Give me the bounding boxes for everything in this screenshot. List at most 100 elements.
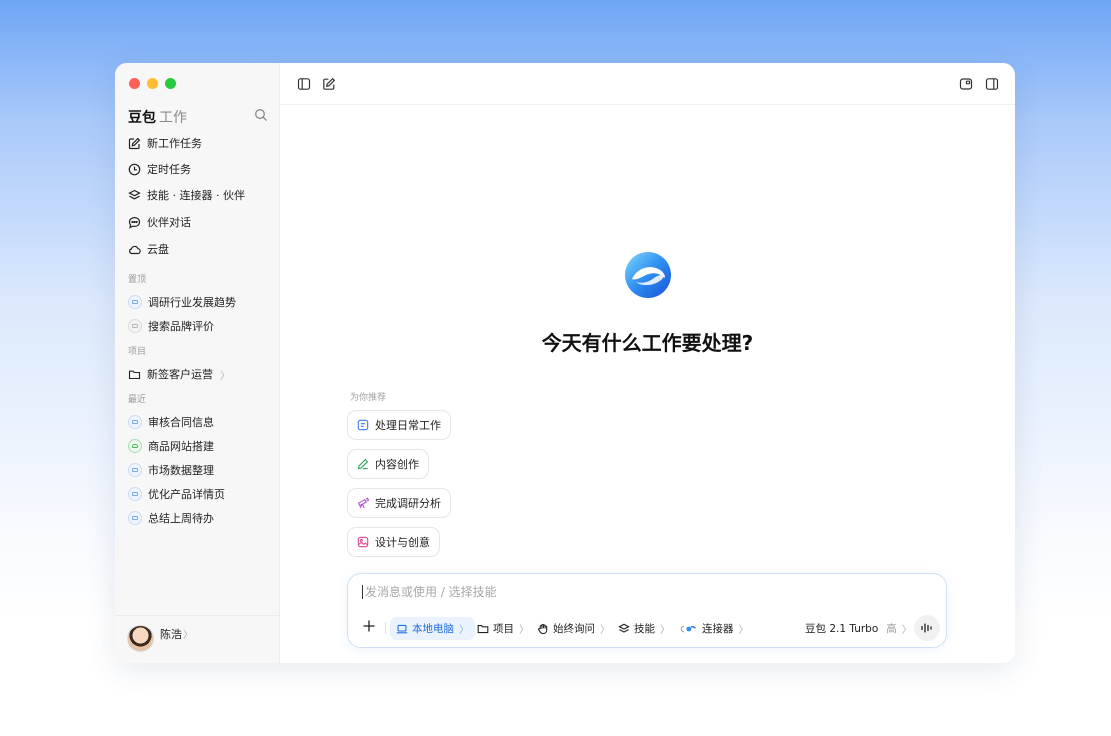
pinned-item[interactable]: 搜索品牌评价 [128,318,214,334]
page-title: 今天有什么工作要处理? [541,331,754,355]
hand-icon [538,623,548,634]
pinned-item-label: 搜索品牌评价 [148,320,214,333]
chevron-right-icon: 〉 [738,625,749,636]
layers-icon [618,623,630,633]
user-name[interactable]: 陈浩〉 [160,626,193,642]
voice-wave-icon [921,623,932,633]
nav-scheduled-task[interactable]: 定时任务 [128,161,191,177]
project-item[interactable]: 新签客户运营〉 [128,366,230,382]
suggestion-design-creativity[interactable]: 设计与创意 [347,527,440,557]
chat-icon [128,487,142,501]
new-task-icon[interactable] [322,77,336,91]
model-level: 高 [886,623,897,635]
message-composer: 本地电脑〉 项目〉 始终询问〉 技能〉 连接器〉 豆包 2.1 Turbo高〉 [347,573,947,648]
recent-item[interactable]: 总结上周待办 [128,510,214,526]
suggestion-research-analysis[interactable]: 完成调研分析 [347,488,451,518]
folder-icon [128,370,141,379]
chevron-right-icon: 〉 [660,625,670,636]
project-selector-label: 项目 [493,623,514,635]
add-attachment-icon[interactable] [361,618,377,634]
doubao-logo-icon [625,252,671,298]
brand-subtitle: 工作 [159,110,187,126]
pinned-item-label: 调研行业发展趋势 [148,296,236,309]
recent-item[interactable]: 审核合同信息 [128,414,214,430]
recent-item[interactable]: 市场数据整理 [128,462,214,478]
nav-skills-connectors-label: 技能 · 连接器 · 伙伴 [147,189,245,202]
pinned-section-label: 置顶 [128,275,147,285]
project-selector[interactable]: 项目〉 [477,617,529,640]
app-brand: 豆包 工作 [128,107,187,127]
chat-bubble-icon [128,216,141,229]
app-window: 豆包 工作 新工作任务 定时任务 技能 · 连接器 · 伙伴 伙伴对话 云盘 置顶… [115,63,1015,663]
model-selector[interactable]: 豆包 2.1 Turbo 高〉 [805,617,912,640]
chevron-right-icon: 〉 [183,630,193,641]
image-icon [357,536,369,548]
suggestion-label: 内容创作 [375,458,419,471]
minimize-window-button[interactable] [147,78,158,89]
skills-selector[interactable]: 技能〉 [618,617,670,640]
laptop-icon [396,624,408,633]
brand-name: 豆包 [128,110,156,126]
nav-partner-chat-label: 伙伴对话 [147,216,191,229]
suggestion-label: 完成调研分析 [375,497,441,510]
permission-selector-label: 始终询问 [553,623,595,635]
floating-window-icon[interactable] [959,77,973,91]
sidebar-toggle-icon[interactable] [297,77,311,91]
message-input[interactable] [362,585,922,599]
pen-icon [357,458,369,470]
recent-item-label: 审核合同信息 [148,416,214,429]
connectors-selector[interactable]: 连接器〉 [680,617,749,640]
document-icon [357,419,369,431]
chat-icon [128,415,142,429]
voice-input-button[interactable] [914,615,940,641]
recent-item-label: 市场数据整理 [148,464,214,477]
divider [385,622,386,634]
suggestion-label: 设计与创意 [375,536,430,549]
connectors-selector-label: 连接器 [702,623,734,635]
recent-item[interactable]: 优化产品详情页 [128,486,225,502]
local-computer-label: 本地电脑 [412,623,454,635]
suggestion-daily-work[interactable]: 处理日常工作 [347,410,451,440]
projects-section-label: 项目 [128,347,147,357]
suggestion-label: 处理日常工作 [375,419,441,432]
pinned-item[interactable]: 调研行业发展趋势 [128,294,236,310]
search-icon[interactable] [254,108,268,122]
recent-item[interactable]: 商品网站搭建 [128,438,214,454]
cloud-icon [129,245,141,254]
chevron-right-icon: 〉 [459,625,469,636]
clock-icon [128,163,141,175]
chevron-right-icon: 〉 [220,370,230,382]
chat-icon [128,511,142,525]
telescope-icon [357,497,369,509]
local-computer-selector[interactable]: 本地电脑〉 [390,617,475,640]
project-item-label: 新签客户运营 [147,368,213,381]
user-profile[interactable]: 陈浩〉 [115,615,280,663]
nav-skills-connectors[interactable]: 技能 · 连接器 · 伙伴 [128,187,245,203]
permission-selector[interactable]: 始终询问〉 [537,617,610,640]
recent-item-label: 商品网站搭建 [148,440,214,453]
recent-item-label: 总结上周待办 [148,512,214,525]
recent-section-label: 最近 [128,395,147,405]
layers-icon [128,189,141,199]
nav-new-task-label: 新工作任务 [147,137,202,150]
top-bar [280,63,1015,105]
maximize-window-button[interactable] [165,78,176,89]
chevron-right-icon: 〉 [901,625,912,636]
connectors-icon [680,625,696,632]
folder-icon [477,624,489,633]
suggestion-content-creation[interactable]: 内容创作 [347,449,429,479]
chevron-right-icon: 〉 [600,625,610,636]
nav-cloud-drive[interactable]: 云盘 [128,241,169,257]
sidebar: 豆包 工作 新工作任务 定时任务 技能 · 连接器 · 伙伴 伙伴对话 云盘 置顶… [115,63,280,663]
window-controls [129,78,176,89]
edit-icon [128,137,141,149]
nav-new-task[interactable]: 新工作任务 [128,135,202,151]
close-window-button[interactable] [129,78,140,89]
recommend-label: 为你推荐 [350,393,387,403]
chat-icon [128,319,142,333]
nav-partner-chat[interactable]: 伙伴对话 [128,214,191,230]
nav-scheduled-task-label: 定时任务 [147,163,191,176]
avatar[interactable] [127,625,154,652]
right-panel-toggle-icon[interactable] [985,77,999,91]
skills-selector-label: 技能 [634,623,655,635]
